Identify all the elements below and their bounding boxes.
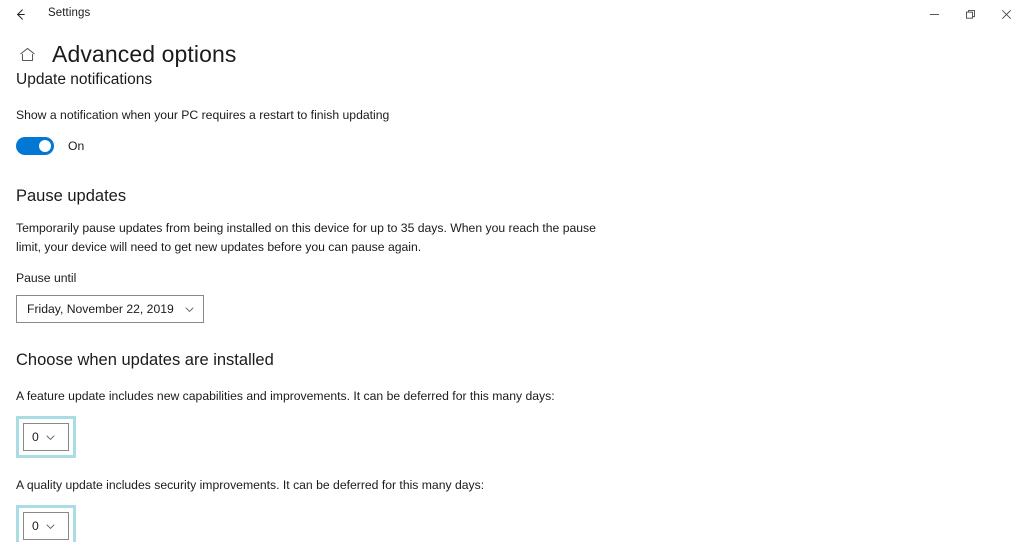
chevron-down-icon <box>45 432 56 443</box>
feature-update-dropdown-container: 0 <box>16 416 1006 458</box>
choose-when-heading: Choose when updates are installed <box>16 351 274 369</box>
title-bar: Settings <box>0 0 1024 28</box>
quality-update-defer-value: 0 <box>32 519 39 533</box>
quality-update-description: A quality update includes security impro… <box>16 478 485 492</box>
update-notifications-description: Show a notification when your PC require… <box>16 108 390 122</box>
back-arrow-icon[interactable] <box>8 2 32 26</box>
pause-until-dropdown-container: Friday, November 22, 2019 <box>16 295 1006 323</box>
chevron-down-icon <box>184 304 195 315</box>
pause-until-value: Friday, November 22, 2019 <box>27 302 174 316</box>
window-controls <box>916 0 1024 28</box>
minimize-button[interactable] <box>916 0 952 28</box>
toggle-knob <box>39 140 51 152</box>
page-title: Advanced options <box>52 41 237 67</box>
home-icon[interactable] <box>16 43 38 65</box>
chevron-down-icon <box>45 521 56 532</box>
pause-until-dropdown[interactable]: Friday, November 22, 2019 <box>16 295 204 323</box>
quality-update-highlight-box: 0 <box>16 505 76 542</box>
section-pause-updates: Pause updates Temporarily pause updates … <box>16 185 1006 323</box>
pause-until-label: Pause until <box>16 271 77 285</box>
quality-update-dropdown-container: 0 <box>16 505 1006 542</box>
quality-update-defer-dropdown[interactable]: 0 <box>23 512 69 540</box>
section-choose-when-updates-installed: Choose when updates are installed A feat… <box>16 349 1006 542</box>
restart-notification-toggle-row: On <box>16 137 1006 155</box>
section-update-notifications: Update notifications Show a notification… <box>16 70 1006 155</box>
settings-window: Settings Advanced options Update notific… <box>0 0 1024 542</box>
pause-updates-heading: Pause updates <box>16 187 127 205</box>
update-notifications-heading: Update notifications <box>16 71 153 88</box>
app-title: Settings <box>48 7 91 19</box>
feature-update-highlight-box: 0 <box>16 416 76 458</box>
feature-update-defer-value: 0 <box>32 430 39 444</box>
page-header: Advanced options <box>16 40 236 68</box>
restart-notification-toggle[interactable] <box>16 137 54 155</box>
feature-update-description: A feature update includes new capabiliti… <box>16 389 555 403</box>
toggle-state-label: On <box>68 139 85 153</box>
settings-content: Update notifications Show a notification… <box>16 70 1006 542</box>
close-button[interactable] <box>988 0 1024 28</box>
feature-update-defer-dropdown[interactable]: 0 <box>23 423 69 451</box>
pause-updates-description: Temporarily pause updates from being ins… <box>16 221 596 254</box>
restore-button[interactable] <box>952 0 988 28</box>
